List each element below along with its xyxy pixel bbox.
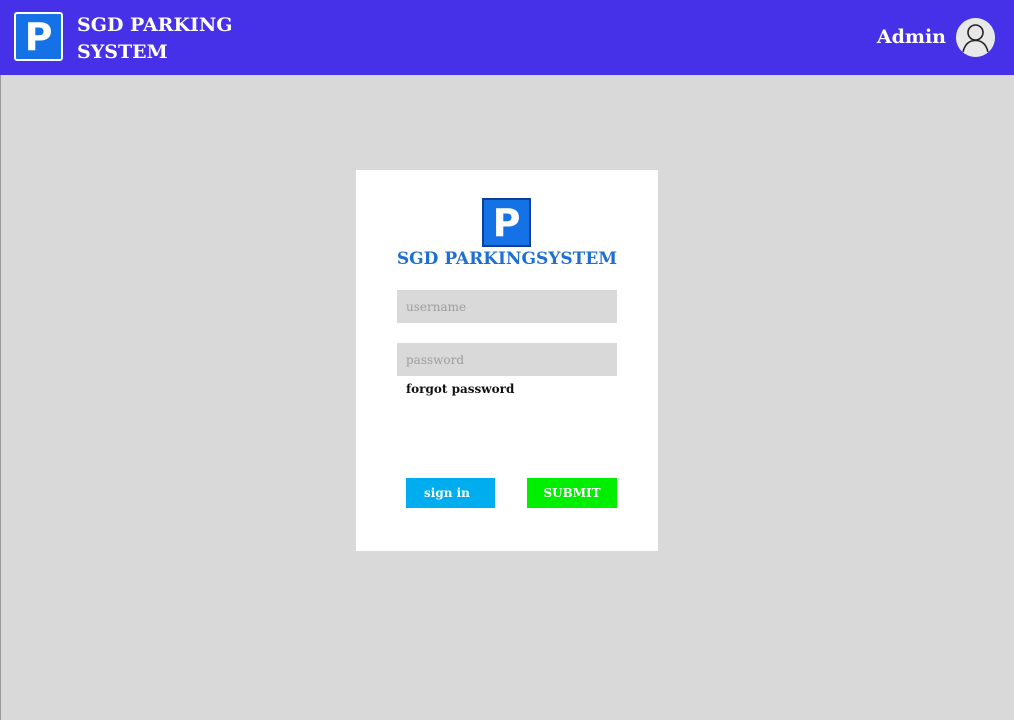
parking-logo-icon: P: [482, 198, 531, 247]
app-title-line2: SYSTEM: [77, 41, 168, 63]
login-title: SGD PARKINGSYSTEM: [396, 249, 618, 269]
password-input[interactable]: [397, 343, 617, 376]
forgot-password-link[interactable]: forgot password: [406, 381, 514, 397]
app-title-line1: SGD PARKING: [77, 14, 233, 36]
parking-logo-icon[interactable]: P: [14, 12, 63, 61]
submit-button[interactable]: SUBMIT: [527, 478, 617, 508]
page-left-border: [0, 75, 1, 720]
top-bar: P SGD PARKING SYSTEM Admin: [0, 0, 1014, 75]
user-name[interactable]: Admin: [877, 24, 946, 50]
sign-in-button[interactable]: sign in: [406, 478, 495, 508]
username-input[interactable]: [397, 290, 617, 323]
logo-letter: P: [492, 200, 521, 245]
login-card: P SGD PARKINGSYSTEM forgot password sign…: [356, 170, 658, 551]
logo-letter: P: [24, 14, 53, 59]
user-avatar-icon[interactable]: [956, 18, 995, 57]
avatar-glyph: [956, 18, 995, 57]
app-title: SGD PARKING SYSTEM: [77, 12, 257, 66]
